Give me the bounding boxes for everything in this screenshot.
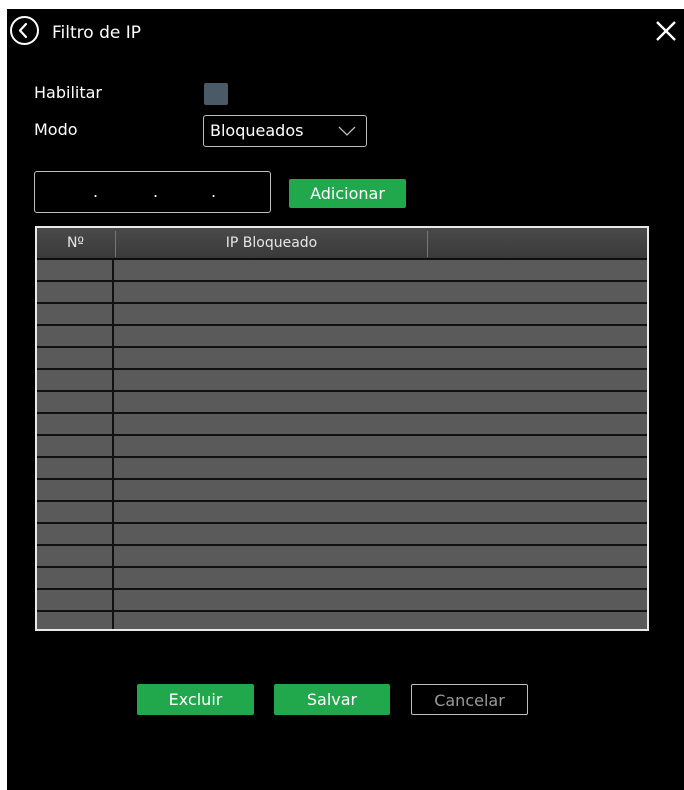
row-number-cell [37, 414, 114, 434]
mode-select[interactable]: Bloqueados [203, 115, 367, 147]
add-button[interactable]: Adicionar [289, 179, 406, 208]
ip-filter-dialog: Filtro de IP Habilitar Modo Bloqueados .… [7, 9, 684, 790]
table-row[interactable] [37, 458, 647, 480]
back-arrow-icon [18, 22, 28, 39]
table-row[interactable] [37, 370, 647, 392]
close-icon [656, 21, 676, 41]
table-row[interactable] [37, 590, 647, 612]
table-row[interactable] [37, 392, 647, 414]
row-number-cell [37, 524, 114, 544]
table-row[interactable] [37, 260, 647, 282]
row-number-cell [37, 568, 114, 588]
cancel-button[interactable]: Cancelar [411, 684, 528, 715]
ip-separator-3: . [211, 182, 217, 201]
table-row[interactable] [37, 502, 647, 524]
save-button[interactable]: Salvar [274, 684, 390, 715]
table-row[interactable] [37, 348, 647, 370]
table-row[interactable] [37, 414, 647, 436]
ip-separator-1: . [93, 182, 99, 201]
row-number-cell [37, 458, 114, 478]
row-number-cell [37, 392, 114, 412]
back-button[interactable] [10, 16, 39, 45]
column-header-blocked-ip[interactable]: IP Bloqueado [116, 228, 427, 258]
row-number-cell [37, 612, 114, 629]
delete-button[interactable]: Excluir [137, 684, 254, 715]
mode-label: Modo [34, 120, 78, 139]
table-row[interactable] [37, 304, 647, 326]
row-number-cell [37, 502, 114, 522]
table-row[interactable] [37, 612, 647, 629]
table-row[interactable] [37, 568, 647, 590]
table-row[interactable] [37, 524, 647, 546]
row-number-cell [37, 370, 114, 390]
row-number-cell [37, 590, 114, 610]
row-number-cell [37, 304, 114, 324]
dialog-title: Filtro de IP [52, 23, 141, 43]
row-number-cell [37, 348, 114, 368]
ip-separator-2: . [153, 182, 159, 201]
table-row[interactable] [37, 436, 647, 458]
enable-label: Habilitar [34, 83, 102, 102]
table-header: Nº IP Bloqueado [37, 228, 647, 260]
row-number-cell [37, 326, 114, 346]
row-number-cell [37, 480, 114, 500]
table-row[interactable] [37, 546, 647, 568]
header-divider [427, 231, 428, 257]
table-row[interactable] [37, 326, 647, 348]
mode-select-value: Bloqueados [210, 121, 304, 140]
row-number-cell [37, 436, 114, 456]
row-number-cell [37, 546, 114, 566]
table-row[interactable] [37, 282, 647, 304]
chevron-down-icon [338, 126, 356, 136]
blocked-ip-table: Nº IP Bloqueado [35, 226, 649, 631]
close-button[interactable] [654, 19, 678, 43]
column-header-number[interactable]: Nº [37, 228, 114, 258]
ip-address-input[interactable]: . . . [34, 171, 271, 213]
row-number-cell [37, 282, 114, 302]
row-number-cell [37, 260, 114, 280]
table-row[interactable] [37, 480, 647, 502]
enable-checkbox[interactable] [204, 83, 228, 105]
